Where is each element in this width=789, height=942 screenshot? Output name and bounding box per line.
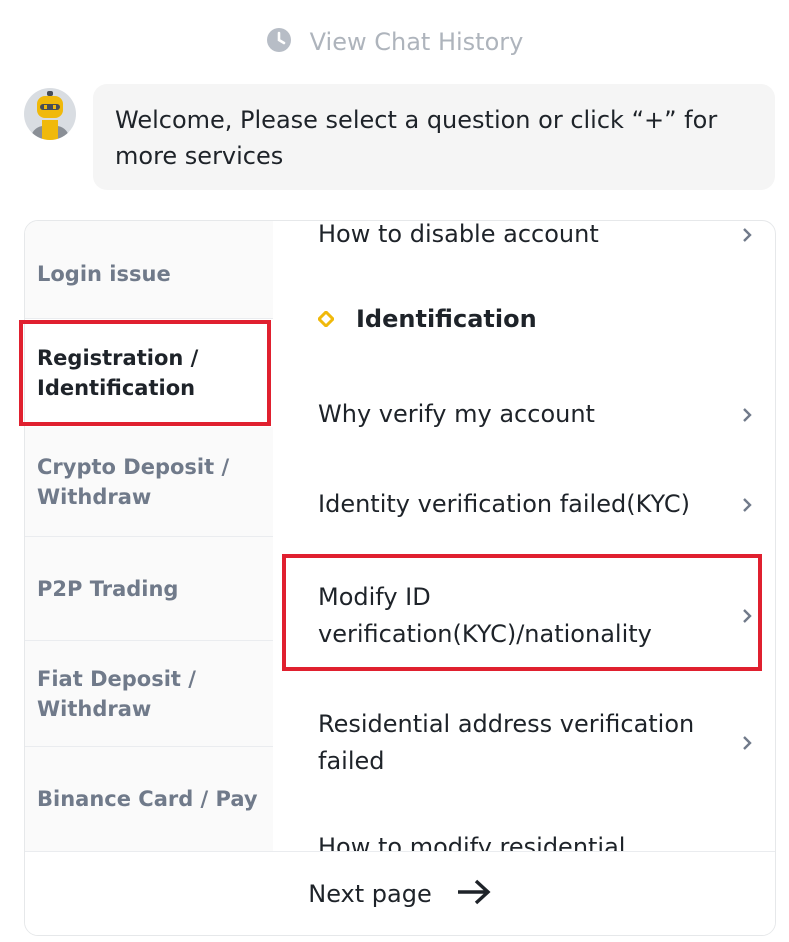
bot-message-bubble: Welcome, Please select a question or cli…	[93, 84, 775, 190]
view-chat-history-label: View Chat History	[309, 28, 524, 56]
sidebar-item-label: Fiat Deposit / Withdraw	[37, 666, 196, 721]
chevron-right-icon	[736, 407, 758, 423]
next-page-button[interactable]: Next page	[25, 851, 775, 935]
sidebar-item-p2p-trading[interactable]: P2P Trading	[25, 537, 273, 641]
question-label: How to disable account	[318, 221, 599, 248]
question-item-disable-account[interactable]: How to disable account	[318, 221, 758, 253]
diamond-icon	[316, 305, 336, 333]
next-page-label: Next page	[308, 880, 432, 908]
sidebar-item-login-issue[interactable]: Login issue	[25, 221, 273, 319]
sidebar-item-fiat-deposit-withdraw[interactable]: Fiat Deposit / Withdraw	[25, 641, 273, 747]
highlight-box-question	[282, 554, 762, 671]
sidebar-item-label: P2P Trading	[37, 576, 179, 601]
view-chat-history[interactable]: View Chat History	[0, 24, 789, 60]
section-header-identification: Identification	[316, 305, 537, 333]
sidebar-item-crypto-deposit-withdraw[interactable]: Crypto Deposit / Withdraw	[25, 427, 273, 537]
question-item-why-verify[interactable]: Why verify my account	[318, 396, 758, 433]
question-item-modify-residential[interactable]: How to modify residential	[318, 829, 758, 851]
chevron-right-icon	[736, 227, 758, 243]
sidebar-item-label: Crypto Deposit / Withdraw	[37, 454, 230, 509]
chevron-right-icon	[736, 735, 758, 751]
question-label: How to modify residential	[318, 833, 626, 851]
category-sidebar: Login issue Registration / Identificatio…	[25, 221, 273, 851]
question-label: Residential address verification failed	[318, 710, 695, 775]
question-list: How to disable account Identification Wh…	[273, 221, 775, 851]
chevron-right-icon	[736, 497, 758, 513]
question-item-residential-address-failed[interactable]: Residential address verification failed	[318, 703, 758, 783]
bot-message-text: Welcome, Please select a question or cli…	[115, 106, 718, 170]
sidebar-item-label: Binance Card / Pay	[37, 787, 258, 811]
highlight-box-category	[19, 320, 271, 426]
question-label: Identity verification failed(KYC)	[318, 490, 690, 518]
question-label: Why verify my account	[318, 400, 595, 428]
sidebar-item-label: Login issue	[37, 261, 171, 286]
arrow-right-icon	[456, 878, 492, 910]
question-item-identity-verification-failed[interactable]: Identity verification failed(KYC)	[318, 486, 758, 523]
clock-icon	[266, 27, 292, 57]
sidebar-item-binance-card-pay[interactable]: Binance Card / Pay	[25, 747, 273, 851]
robot-avatar	[24, 88, 76, 140]
section-title: Identification	[356, 305, 537, 333]
